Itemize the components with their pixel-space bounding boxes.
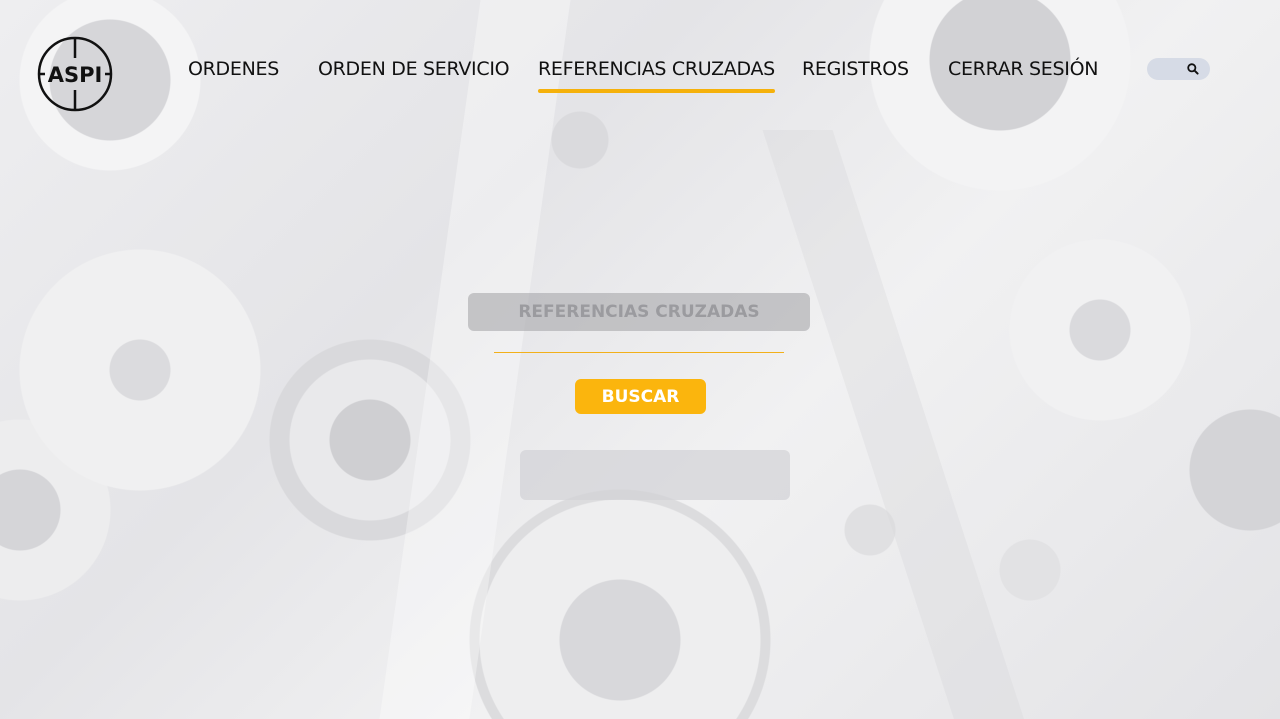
background-shape (762, 130, 1028, 719)
nav-item-cerrar-sesion[interactable]: CERRAR SESIÓN (948, 58, 1098, 94)
top-navigation: ASPI ORDENES ORDEN DE SERVICIO REFERENCI… (0, 0, 1280, 120)
referencias-cruzadas-input[interactable] (468, 293, 810, 331)
nav-item-referencias-cruzadas[interactable]: REFERENCIAS CRUZADAS (538, 58, 775, 94)
nav-item-ordenes[interactable]: ORDENES (188, 58, 279, 94)
buscar-button[interactable]: BUSCAR (575, 379, 706, 414)
input-underline (494, 352, 784, 353)
logo-text: ASPI (48, 63, 103, 87)
nav-item-registros[interactable]: REGISTROS (802, 58, 909, 94)
nav-item-orden-de-servicio[interactable]: ORDEN DE SERVICIO (318, 58, 510, 94)
aspi-logo[interactable]: ASPI (37, 36, 113, 112)
background-shape (520, 450, 790, 500)
search-icon[interactable] (1186, 62, 1200, 76)
search-box[interactable] (1147, 58, 1210, 80)
